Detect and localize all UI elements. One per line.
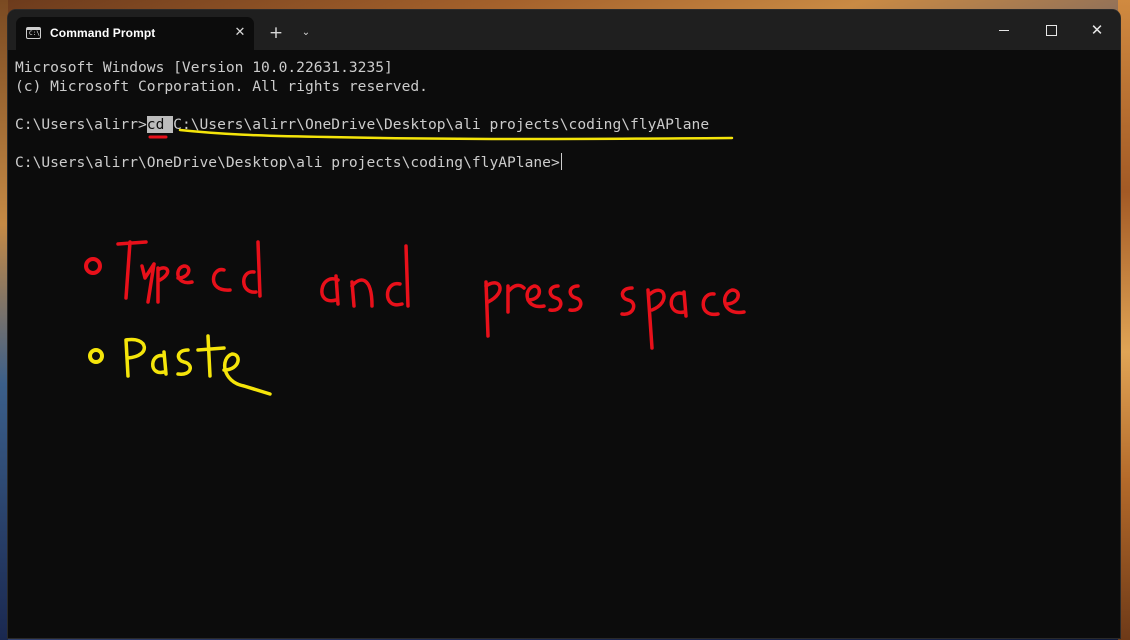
new-tab-button[interactable]: +	[267, 24, 285, 42]
window-close-button[interactable]: ✕	[1074, 14, 1120, 46]
console-line: Microsoft Windows [Version 10.0.22631.32…	[15, 59, 393, 76]
console-line: (c) Microsoft Corporation. All rights re…	[15, 78, 428, 95]
close-tab-icon[interactable]: ✕	[230, 23, 250, 43]
cmd-icon: C:\	[26, 27, 41, 39]
maximize-icon	[1046, 25, 1057, 36]
current-prompt-line[interactable]: C:\Users\alirr\OneDrive\Desktop\ali proj…	[15, 153, 562, 172]
selected-command-text: cd	[146, 116, 174, 133]
console-output[interactable]: Microsoft Windows [Version 10.0.22631.32…	[15, 58, 1115, 618]
minimize-button[interactable]	[981, 14, 1027, 46]
prompt-text: C:\Users\alirr>	[15, 116, 147, 133]
desktop-wallpaper-left	[0, 0, 8, 640]
tab-title: Command Prompt	[50, 26, 156, 40]
title-bar: C:\ Command Prompt ✕ + ⌄ ✕	[8, 10, 1120, 50]
minimize-icon	[999, 30, 1009, 31]
tab-command-prompt[interactable]: C:\ Command Prompt ✕	[16, 17, 254, 50]
terminal-window: C:\ Command Prompt ✕ + ⌄ ✕ Microsoft Win…	[8, 10, 1120, 638]
maximize-button[interactable]	[1028, 14, 1074, 46]
command-line: C:\Users\alirr>cd C:\Users\alirr\OneDriv…	[15, 115, 709, 134]
command-path-text: C:\Users\alirr\OneDrive\Desktop\ali proj…	[173, 116, 710, 133]
text-cursor	[560, 153, 562, 170]
prompt-text: C:\Users\alirr\OneDrive\Desktop\ali proj…	[15, 154, 560, 171]
chevron-down-icon[interactable]: ⌄	[298, 24, 314, 42]
